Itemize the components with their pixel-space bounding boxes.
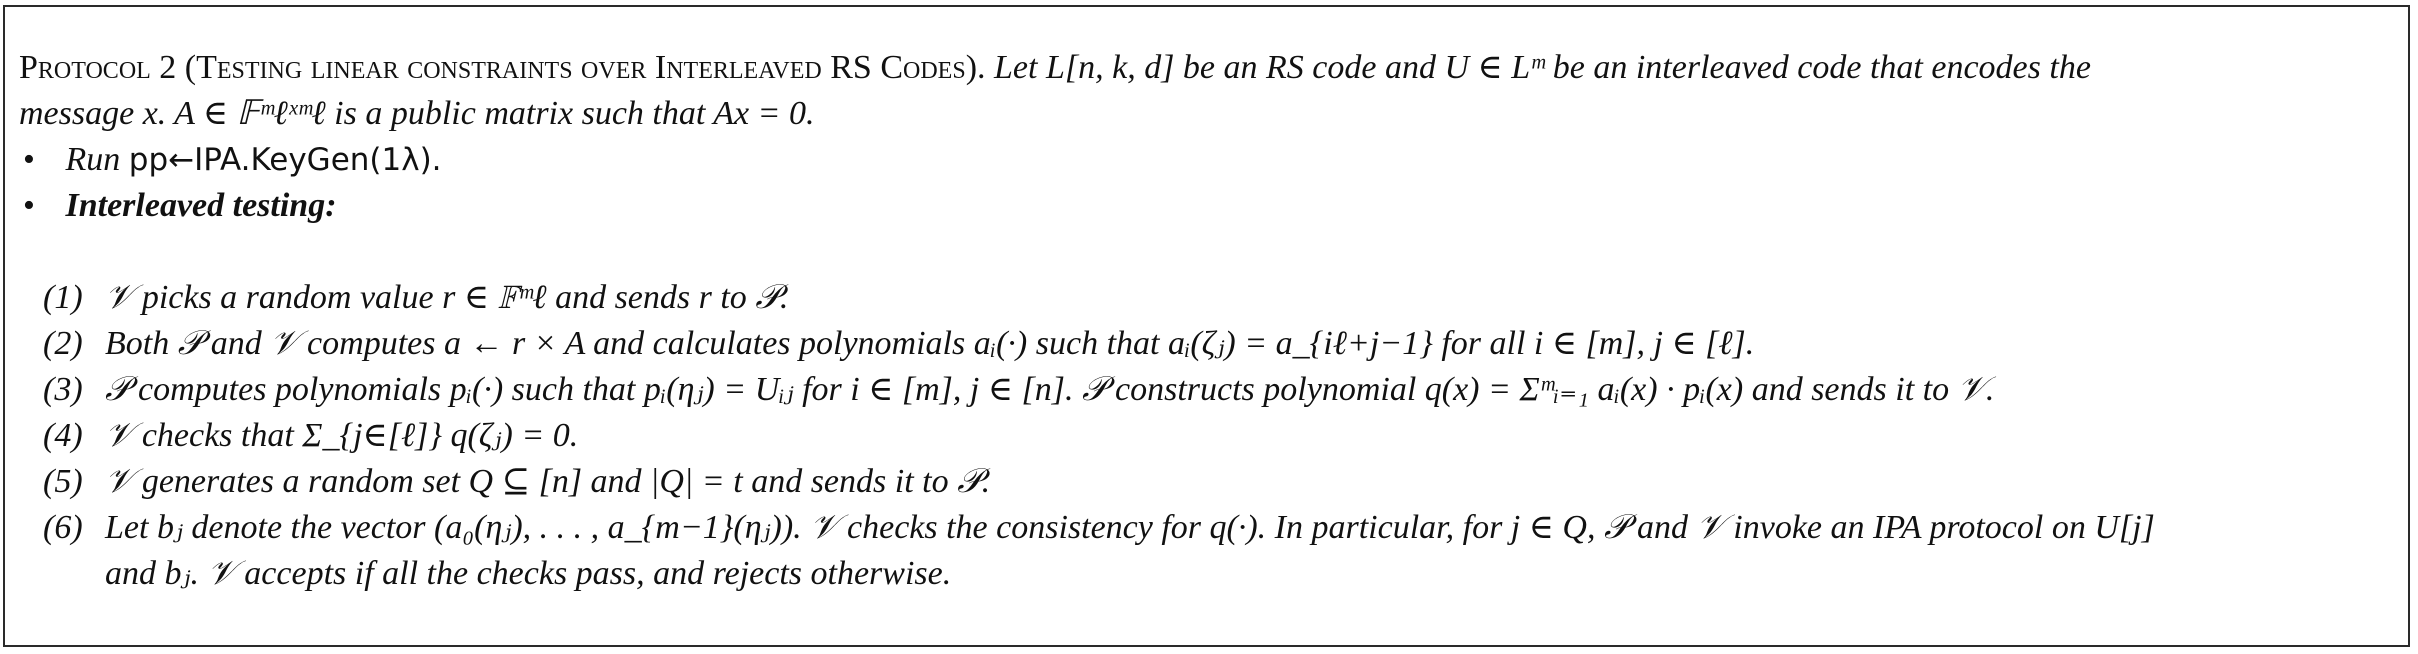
step-number: (3): [43, 371, 83, 408]
step-number: (1): [43, 279, 83, 316]
step-6-continuation: and bⱼ. 𝒱 accepts if all the checks pass…: [105, 555, 952, 592]
step-text: 𝒱 picks a random value r ∈ 𝔽ᵐℓ and sends…: [105, 279, 789, 316]
step-1: (1) 𝒱 picks a random value r ∈ 𝔽ᵐℓ and se…: [19, 275, 2400, 321]
step-4: (4) 𝒱 checks that Σ_{j∈[ℓ]} q(ζⱼ) = 0.: [19, 413, 2400, 459]
protocol-title: Protocol 2 (Testing linear constraints o…: [19, 49, 986, 86]
protocol-content: Protocol 2 (Testing linear constraints o…: [19, 45, 2400, 597]
step-text: Let bⱼ denote the vector (a₀(ηⱼ), . . . …: [105, 509, 2155, 546]
step-number: (5): [43, 463, 83, 500]
step-number: (6): [43, 509, 83, 546]
step-text: Both 𝒫 and 𝒱 computes a ← r × A and calc…: [105, 325, 1755, 362]
protocol-intro-text-1: Let L[n, k, d] be an RS code and U ∈ Lᵐ …: [994, 49, 2091, 86]
step-text: 𝒱 generates a random set Q ⊆ [n] and |Q|…: [105, 463, 991, 500]
bullet-run-value: pp←IPA.KeyGen(1λ).: [128, 142, 442, 178]
step-number: (4): [43, 417, 83, 454]
step-2: (2) Both 𝒫 and 𝒱 computes a ← r × A and c…: [19, 321, 2400, 367]
step-5: (5) 𝒱 generates a random set Q ⊆ [n] and …: [19, 459, 2400, 505]
protocol-intro-line-1: Protocol 2 (Testing linear constraints o…: [19, 45, 2400, 91]
bullet-marker: •: [23, 187, 35, 224]
step-text: 𝒱 checks that Σ_{j∈[ℓ]} q(ζⱼ) = 0.: [105, 417, 579, 454]
bullet-interleaved-testing: • Interleaved testing:: [19, 183, 2400, 229]
step-number: (2): [43, 325, 83, 362]
bullet-run-label: Run: [65, 141, 121, 178]
step-6: (6) Let bⱼ denote the vector (a₀(ηⱼ), . .…: [19, 505, 2400, 551]
bullet-interleaved-label: Interleaved testing:: [65, 187, 337, 224]
bullet-marker: •: [23, 141, 35, 178]
bullet-run: • Run pp←IPA.KeyGen(1λ).: [19, 137, 2400, 183]
step-3: (3) 𝒫 computes polynomials pᵢ(·) such tha…: [19, 367, 2400, 413]
protocol-box: Protocol 2 (Testing linear constraints o…: [3, 5, 2410, 647]
step-text: 𝒫 computes polynomials pᵢ(·) such that p…: [105, 371, 1995, 408]
protocol-intro-line-2: message x. A ∈ 𝔽ᵐℓˣᵐℓ is a public matrix…: [19, 95, 815, 132]
